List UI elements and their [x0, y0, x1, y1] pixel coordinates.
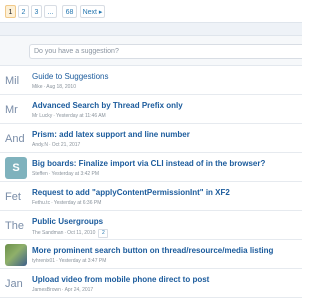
page-ellipsis-button[interactable]: ... — [44, 5, 57, 18]
thread-row[interactable]: Mr Advanced Search by Thread Prefix only M… — [0, 95, 302, 124]
thread-meta: tyhrenix01·Yesterday at 3:47 PM — [32, 258, 106, 264]
meta-separator: · — [43, 84, 46, 90]
thread-author-link[interactable]: Andy.N — [32, 142, 48, 148]
thread-title-link[interactable]: Guide to Suggestions — [32, 72, 109, 81]
thread-date[interactable]: Yesterday at 3:47 PM — [59, 258, 107, 264]
next-page-button[interactable]: Next ▸ — [80, 5, 105, 18]
thread-meta: Fethu.tc·Yesterday at 6:36 PM — [32, 200, 101, 206]
thread-title-link[interactable]: Request to add "applyContentPermissionIn… — [32, 188, 230, 197]
thread-author-link[interactable]: tyhrenix01 — [32, 258, 55, 264]
thread-meta: Mike·Aug 18, 2010 — [32, 84, 76, 90]
thread-date[interactable]: Aug 18, 2010 — [46, 84, 76, 90]
thread-row[interactable]: Jan Upload video from mobile phone direct… — [0, 269, 302, 298]
thread-author-link[interactable]: Mr Lucky — [32, 113, 52, 119]
thread-date[interactable]: Yesterday at 3:42 PM — [51, 171, 99, 177]
thread-author-link[interactable]: The Sandman — [32, 230, 63, 236]
page-3-button[interactable]: 3 — [31, 5, 42, 18]
meta-separator: · — [64, 230, 67, 236]
meta-separator: · — [51, 200, 53, 206]
thread-author-link[interactable]: JamesBrown — [32, 287, 61, 293]
thread-row[interactable]: More prominent search button on thread/r… — [0, 240, 302, 269]
thread-date[interactable]: Yesterday at 6:36 PM — [54, 200, 102, 206]
thread-title-link[interactable]: Upload video from mobile phone direct to… — [32, 275, 209, 284]
thread-meta: JamesBrown·Apr 24, 2017 — [32, 287, 93, 293]
avatar[interactable]: Fet — [5, 186, 27, 208]
meta-separator: · — [53, 113, 55, 119]
thread-title-link[interactable]: Prism: add latex support and line number — [32, 130, 190, 139]
thread-meta: Andy.N·Oct 21, 2017 — [32, 142, 80, 148]
thread-author-link[interactable]: Fethu.tc — [32, 200, 50, 206]
thread-title-link[interactable]: Public Usergroups — [32, 217, 103, 226]
thread-meta: Mr Lucky·Yesterday at 11:46 AM — [32, 113, 106, 119]
page-1-button[interactable]: 1 — [5, 5, 16, 18]
page-68-button[interactable]: 68 — [62, 5, 77, 18]
thread-row[interactable]: The Public Usergroups The Sandman·Oct 11, … — [0, 211, 302, 240]
thread-meta: Steffen·Yesterday at 3:42 PM — [32, 171, 99, 177]
meta-separator: · — [56, 258, 58, 264]
thread-date[interactable]: Apr 24, 2017 — [65, 287, 94, 293]
thread-row[interactable]: Mil Guide to Suggestions Mike·Aug 18, 2010 — [0, 66, 302, 95]
thread-title-link[interactable]: More prominent search button on thread/r… — [32, 246, 273, 255]
avatar[interactable]: And — [5, 128, 27, 150]
thread-title-link[interactable]: Advanced Search by Thread Prefix only — [32, 101, 183, 110]
avatar[interactable] — [5, 244, 27, 266]
thread-date[interactable]: Oct 21, 2017 — [52, 142, 81, 148]
avatar[interactable]: S — [5, 157, 27, 179]
thread-title-link[interactable]: Big boards: Finalize import via CLI inst… — [32, 159, 265, 168]
list-header-band — [0, 22, 302, 36]
suggestion-input[interactable]: Do you have a suggestion? — [29, 44, 302, 59]
page-2-button[interactable]: 2 — [18, 5, 29, 18]
avatar[interactable]: The — [5, 215, 27, 237]
thread-meta: The Sandman·Oct 11, 2010 2 — [32, 229, 109, 238]
thread-row[interactable]: S Big boards: Finalize import via CLI ins… — [0, 153, 302, 182]
thread-date[interactable]: Yesterday at 11:46 AM — [56, 113, 106, 119]
thread-row[interactable]: Fet Request to add "applyContentPermissio… — [0, 182, 302, 211]
avatar[interactable]: Mil — [5, 70, 27, 92]
thread-page-link[interactable]: 2 — [98, 229, 109, 238]
thread-author-link[interactable]: Mike — [32, 84, 43, 90]
thread-date[interactable]: Oct 11, 2010 — [67, 230, 95, 236]
thread-author-link[interactable]: Steffen — [32, 171, 48, 177]
meta-separator: · — [49, 142, 51, 148]
avatar[interactable]: Jan — [5, 273, 27, 295]
suggestion-bar: Do you have a suggestion? — [0, 36, 302, 66]
pagination: 1 2 3 ... 68 Next ▸ — [0, 0, 302, 22]
thread-row[interactable]: And Prism: add latex support and line num… — [0, 124, 302, 153]
meta-separator: · — [61, 287, 64, 293]
avatar[interactable]: Mr — [5, 99, 27, 121]
